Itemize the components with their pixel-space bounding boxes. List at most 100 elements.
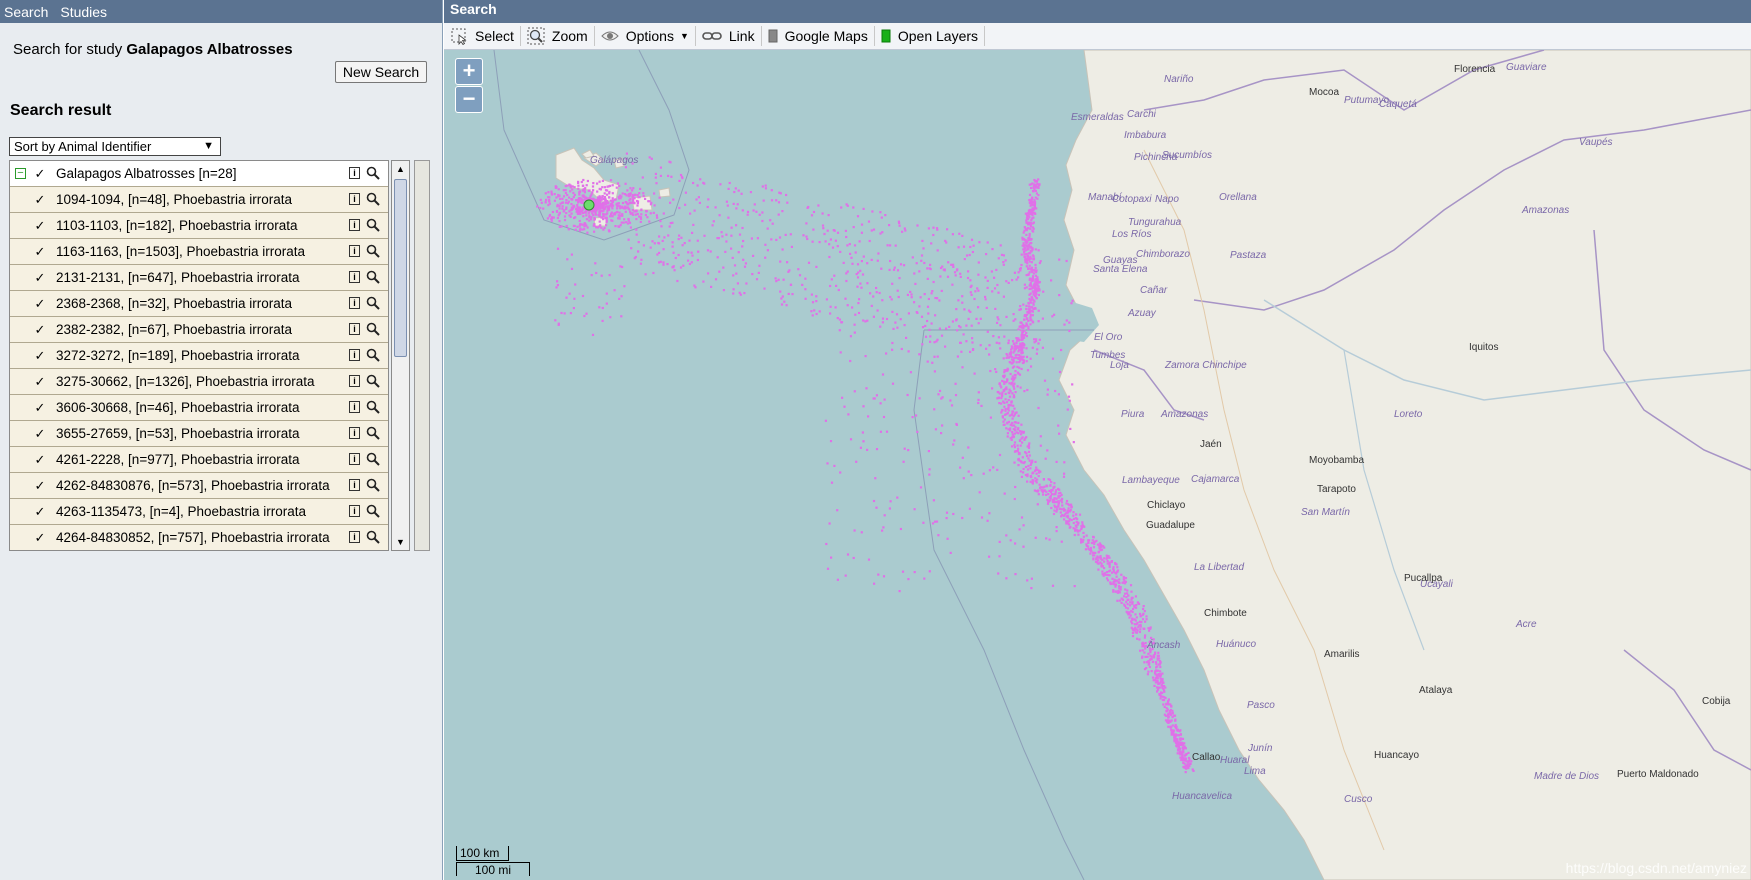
collapse-icon[interactable]: − (15, 168, 26, 179)
info-icon[interactable]: i (349, 453, 360, 465)
info-icon[interactable]: i (349, 531, 360, 543)
tree-item-row[interactable]: ✓ 4263-1135473, [n=4], Phoebastria irrora… (10, 499, 388, 525)
province-label: Piura (1121, 409, 1145, 420)
tree-item-row[interactable]: ✓ 4264-84830852, [n=757], Phoebastria irr… (10, 525, 388, 550)
colony-marker[interactable] (583, 199, 595, 211)
province-label: Carchi (1127, 109, 1157, 120)
checkmark-icon[interactable]: ✓ (33, 400, 47, 416)
chevron-down-icon: ▼ (679, 31, 689, 41)
tree-item-row[interactable]: ✓ 3272-3272, [n=189], Phoebastria irrorat… (10, 343, 388, 369)
magnifier-icon[interactable] (366, 218, 380, 232)
province-label: Azuay (1127, 308, 1157, 319)
link-label: Link (728, 28, 755, 44)
checkmark-icon[interactable]: ✓ (33, 530, 47, 546)
info-icon[interactable]: i (349, 427, 360, 439)
province-label: Amazonas (1160, 409, 1208, 420)
magnifier-icon[interactable] (366, 192, 380, 206)
info-icon[interactable]: i (349, 401, 360, 413)
city-label: Puerto Maldonado (1617, 769, 1699, 780)
checkmark-icon[interactable]: ✓ (33, 192, 47, 208)
checkmark-icon[interactable]: ✓ (33, 270, 47, 286)
info-icon[interactable]: i (349, 245, 360, 257)
scroll-up-icon[interactable]: ▲ (392, 161, 409, 177)
tree-item-row[interactable]: ✓ 3275-30662, [n=1326], Phoebastria irror… (10, 369, 388, 395)
checkmark-icon[interactable]: ✓ (33, 244, 47, 260)
google-maps-tool[interactable]: Google Maps (762, 26, 875, 46)
magnifier-icon[interactable] (366, 348, 380, 362)
zoom-out-button[interactable]: − (455, 86, 483, 113)
checkmark-icon[interactable]: ✓ (33, 478, 47, 494)
magnifier-icon[interactable] (366, 530, 380, 544)
checkmark-icon[interactable]: ✓ (33, 348, 47, 364)
open-layers-tool[interactable]: Open Layers (875, 26, 986, 46)
tree-item-row[interactable]: ✓ 2382-2382, [n=67], Phoebastria irrorata… (10, 317, 388, 343)
magnifier-icon[interactable] (366, 296, 380, 310)
tree-item-label: 1094-1094, [n=48], Phoebastria irrorata (56, 192, 293, 207)
info-icon[interactable]: i (349, 375, 360, 387)
info-icon[interactable]: i (349, 219, 360, 231)
sort-select[interactable]: Sort by Animal Identifier ▼ (9, 137, 221, 156)
province-label: Acre (1515, 619, 1537, 630)
checkmark-icon[interactable]: ✓ (33, 218, 47, 234)
tree-item-row[interactable]: ✓ 2131-2131, [n=647], Phoebastria irrorat… (10, 265, 388, 291)
info-icon[interactable]: i (349, 193, 360, 205)
tree-item-row[interactable]: ✓ 4262-84830876, [n=573], Phoebastria irr… (10, 473, 388, 499)
tree-item-row[interactable]: ✓ 1163-1163, [n=1503], Phoebastria irrora… (10, 239, 388, 265)
info-icon[interactable]: i (349, 479, 360, 491)
info-icon[interactable]: i (349, 505, 360, 517)
province-label: Lambayeque (1122, 475, 1180, 486)
checkmark-icon[interactable]: ✓ (33, 374, 47, 390)
magnifier-icon[interactable] (366, 478, 380, 492)
tree-item-row[interactable]: ✓ 2368-2368, [n=32], Phoebastria irrorata… (10, 291, 388, 317)
tree-scrollbar[interactable]: ▲ ▼ (391, 160, 410, 551)
info-icon[interactable]: i (349, 323, 360, 335)
info-icon[interactable]: i (349, 167, 360, 179)
google-maps-icon (768, 29, 778, 43)
magnifier-icon[interactable] (366, 244, 380, 258)
tree-item-row[interactable]: ✓ 4261-2228, [n=977], Phoebastria irrorat… (10, 447, 388, 473)
new-search-button[interactable]: New Search (335, 61, 427, 83)
checkmark-icon[interactable]: ✓ (33, 426, 47, 442)
tree-item-row[interactable]: ✓ 3606-30668, [n=46], Phoebastria irrorat… (10, 395, 388, 421)
checkmark-icon[interactable]: ✓ (33, 166, 47, 182)
magnifier-icon[interactable] (366, 426, 380, 440)
checkmark-icon[interactable]: ✓ (33, 452, 47, 468)
checkmark-icon[interactable]: ✓ (33, 322, 47, 338)
zoom-in-button[interactable]: + (455, 58, 483, 85)
magnifier-icon[interactable] (366, 504, 380, 518)
map-canvas[interactable]: Galápagos Nariño Putumayo Caquetá Guaviare Va… (444, 50, 1751, 880)
tree-item-label: 3606-30668, [n=46], Phoebastria irrorata (56, 400, 300, 415)
province-label: Zamora Chinchipe (1164, 360, 1247, 371)
menu-studies[interactable]: Studies (60, 4, 107, 20)
select-tool[interactable]: Select (444, 26, 521, 46)
scale-km-label: 100 km (456, 846, 509, 861)
magnifier-icon[interactable] (366, 166, 380, 180)
tree-item-row[interactable]: ✓ 1094-1094, [n=48], Phoebastria irrorata… (10, 187, 388, 213)
info-icon[interactable]: i (349, 349, 360, 361)
checkmark-icon[interactable]: ✓ (33, 296, 47, 312)
menu-search[interactable]: Search (4, 4, 48, 20)
magnifier-icon[interactable] (366, 400, 380, 414)
info-icon[interactable]: i (349, 297, 360, 309)
tree-item-label: 1103-1103, [n=182], Phoebastria irrorata (56, 218, 298, 233)
info-icon[interactable]: i (349, 271, 360, 283)
checkmark-icon[interactable]: ✓ (33, 504, 47, 520)
magnifier-icon[interactable] (366, 322, 380, 336)
city-label: Mocoa (1309, 87, 1339, 98)
magnifier-icon[interactable] (366, 374, 380, 388)
options-menu[interactable]: Options ▼ (595, 26, 696, 46)
tree-item-row[interactable]: ✓ 1103-1103, [n=182], Phoebastria irrorat… (10, 213, 388, 239)
city-label: Chiclayo (1147, 500, 1186, 511)
scroll-down-icon[interactable]: ▼ (392, 534, 409, 550)
magnifier-icon[interactable] (366, 270, 380, 284)
link-tool[interactable]: Link (696, 26, 762, 46)
zoom-label: Zoom (551, 28, 588, 44)
tree-item-row[interactable]: ✓ 3655-27659, [n=53], Phoebastria irrorat… (10, 421, 388, 447)
city-label: Iquitos (1469, 342, 1498, 353)
zoom-tool[interactable]: Zoom (521, 26, 595, 46)
province-label: Huancavelica (1172, 791, 1232, 802)
province-label: Loreto (1394, 409, 1423, 420)
magnifier-icon[interactable] (366, 452, 380, 466)
tree-root-row[interactable]: − ✓ Galapagos Albatrosses [n=28] i (10, 161, 388, 187)
scroll-thumb[interactable] (394, 179, 407, 357)
